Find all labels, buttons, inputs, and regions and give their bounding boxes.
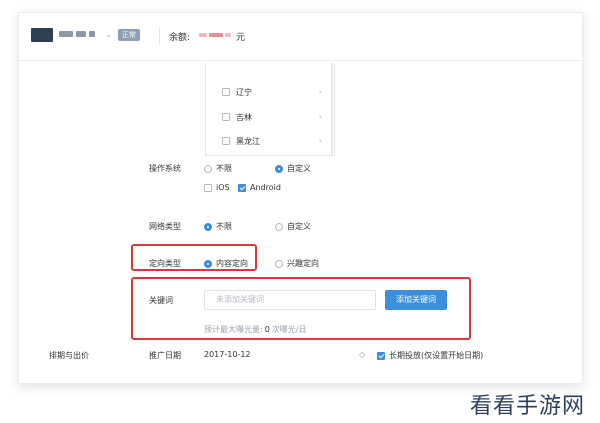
chevron-right-icon[interactable]: › [319,112,322,121]
network-option-any[interactable]: 不限 [204,221,232,232]
add-keyword-button[interactable]: 添加关键词 [385,290,447,310]
balance-amount-redacted [199,33,231,37]
targeting-option-interest[interactable]: 兴趣定向 [275,258,319,269]
network-option-label: 不限 [216,222,232,231]
exposure-prefix: 预计最大曝光量: [204,325,263,334]
platform-android[interactable]: Android [238,183,281,192]
os-option-custom[interactable]: 自定义 [275,163,311,174]
radio-selected[interactable] [275,164,283,173]
platform-ios[interactable]: iOS [204,183,230,192]
platform-label: Android [250,183,281,192]
exposure-estimate: 预计最大曝光量: 0 次曝光/日 [204,324,307,335]
region-scrollbar[interactable] [331,63,335,156]
start-date-value[interactable]: 2017-10-12 [204,350,251,359]
platform-label: iOS [216,183,230,192]
chevron-down-icon[interactable]: ⌄ [105,30,112,39]
region-item[interactable]: 黑龙江 [222,134,260,148]
checkbox[interactable] [222,137,230,145]
keyword-input[interactable]: 未添加关键词 [204,290,376,310]
schedule-section-label: 排期与出价 [49,351,89,360]
long-term-label: 长期投放(仅设置开始日期) [389,351,484,360]
radio[interactable] [275,259,283,268]
checkbox-checked[interactable] [238,183,246,192]
network-label: 网络类型 [149,222,181,231]
region-item[interactable]: 吉林 [222,110,252,124]
date-label: 推广日期 [149,351,181,360]
region-label: 辽宁 [236,87,252,97]
os-label: 操作系统 [149,164,181,173]
os-option-label: 自定义 [287,164,311,173]
balance-unit: 元 [236,33,246,43]
balance-label: 余额: [169,33,191,43]
region-list: 辽宁 › 吉林 › 黑龙江 › [205,63,333,156]
status-badge: 正常 [118,29,140,41]
radio[interactable] [204,164,212,173]
os-option-any[interactable]: 不限 [204,163,232,174]
checkbox[interactable] [222,88,230,96]
region-item[interactable]: 辽宁 [222,85,252,99]
long-term-checkbox[interactable]: 长期投放(仅设置开始日期) [377,350,483,361]
account-avatar [31,28,53,42]
exposure-suffix: 次曝光/日 [271,325,307,334]
checkbox[interactable] [204,183,212,192]
network-option-label: 自定义 [287,222,311,231]
network-option-custom[interactable]: 自定义 [275,221,311,232]
os-option-label: 不限 [216,164,232,173]
keywords-label: 关键词 [149,296,173,305]
targeting-label: 定向类型 [149,259,181,268]
targeting-option-content[interactable]: 内容定向 [204,258,248,269]
radio-selected[interactable] [204,222,212,231]
region-label: 黑龙江 [236,136,260,146]
checkbox-checked[interactable] [377,351,385,360]
chevron-right-icon[interactable]: › [319,87,322,96]
watermark-text: 看看手游网 [470,394,586,419]
targeting-option-label: 兴趣定向 [287,259,319,268]
ad-settings-panel: ⌄ 正常 余额: 元 辽宁 › 吉林 › 黑龙江 › 操作系统 不限 自定义 i… [18,12,583,384]
chevron-right-icon[interactable]: › [319,136,322,145]
divider [159,27,160,45]
top-bar: ⌄ 正常 余额: 元 [19,13,582,61]
radio-selected[interactable] [204,259,212,268]
checkbox[interactable] [222,113,230,121]
targeting-option-label: 内容定向 [216,259,248,268]
date-stepper-icon[interactable]: ◇ [359,350,365,359]
account-name-redacted[interactable] [59,29,101,39]
region-label: 吉林 [236,112,252,122]
radio[interactable] [275,222,283,231]
exposure-value: 0 [264,325,270,334]
